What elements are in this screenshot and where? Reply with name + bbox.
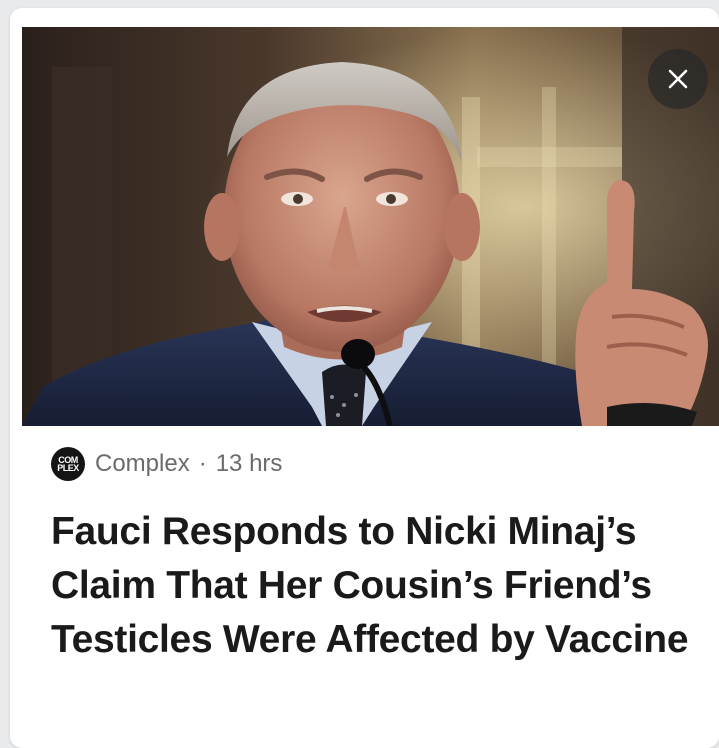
- meta-separator: ·: [198, 450, 207, 477]
- source-logo[interactable]: COM PLEX: [51, 447, 85, 481]
- source-name[interactable]: Complex: [95, 450, 190, 478]
- close-button[interactable]: [648, 49, 708, 109]
- article-headline[interactable]: Fauci Responds to Nicki Minaj’s Claim Th…: [51, 505, 691, 667]
- hero-photo: [22, 27, 719, 426]
- close-icon: [668, 69, 688, 89]
- published-time: 13 hrs: [215, 450, 283, 477]
- article-meta: COM PLEX Complex · 13 hrs: [51, 447, 283, 481]
- source-logo-text-bottom: PLEX: [57, 463, 79, 473]
- news-card[interactable]: COM PLEX Complex · 13 hrs Fauci Responds…: [10, 8, 719, 748]
- article-hero-image[interactable]: [22, 27, 719, 426]
